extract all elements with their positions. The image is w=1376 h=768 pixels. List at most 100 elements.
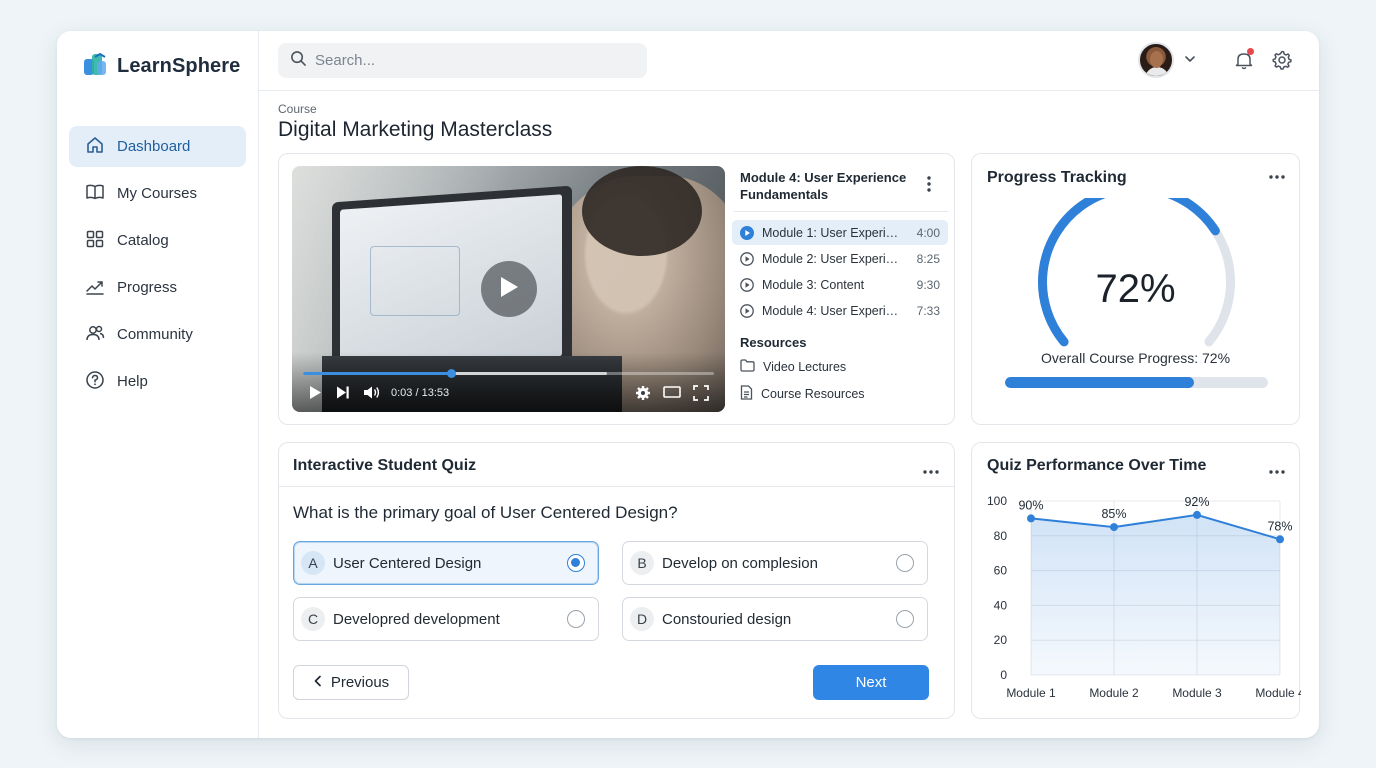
data-point [1276,535,1284,544]
sidebar-item-label: Catalog [117,232,169,249]
sidebar-item-progress[interactable]: Progress [69,267,246,308]
learnsphere-logo-icon [83,51,109,82]
module-list-heading: Module 4: User Experience Fundamentals [740,170,907,202]
more-horizontal-icon[interactable] [923,463,939,474]
quiz-option-d[interactable]: D Constouried design [622,597,928,641]
resources-heading: Resources [740,335,807,350]
skip-next-icon[interactable] [336,385,350,400]
search-icon [290,50,307,72]
more-horizontal-icon[interactable] [1269,463,1285,474]
radio-button[interactable] [567,610,585,628]
option-letter: A [301,551,325,575]
quiz-option-a[interactable]: A User Centered Design [293,541,599,585]
home-icon [85,135,105,159]
search-input[interactable] [315,52,615,69]
y-tick-label: 60 [994,564,1008,578]
x-tick-label: Module 2 [1089,686,1139,700]
settings-icon[interactable] [635,385,651,401]
video-controls-shade [292,352,725,412]
play-icon[interactable] [308,385,322,400]
folder-icon [740,359,755,375]
gear-icon[interactable] [1271,49,1293,76]
more-horizontal-icon[interactable] [1269,168,1285,179]
radio-button[interactable] [896,610,914,628]
help-icon [85,370,105,394]
sidebar: LearnSphere Dashboard My Courses Catalog [57,31,259,738]
sidebar-item-label: My Courses [117,185,198,202]
sidebar-item-catalog[interactable]: Catalog [69,220,246,261]
users-icon [85,323,105,347]
y-tick-label: 20 [994,633,1008,647]
brand[interactable]: LearnSphere [83,51,240,82]
sidebar-nav: Dashboard My Courses Catalog Progress Co… [69,126,246,408]
sidebar-item-label: Progress [117,279,178,296]
video-frame-hair [582,166,702,256]
data-label: 85% [1101,507,1126,521]
option-text: Develop on complesion [662,554,818,572]
next-button[interactable]: Next [813,665,929,700]
previous-button[interactable]: Previous [293,665,409,700]
radio-button-selected[interactable] [567,554,585,572]
module-item-duration: 4:00 [916,225,940,240]
card-title: Interactive Student Quiz [293,457,477,474]
video-scrubber[interactable] [303,369,714,378]
data-point [1193,510,1201,519]
y-tick-label: 100 [987,494,1007,508]
option-text: Developred development [333,610,500,628]
y-tick-label: 80 [994,529,1008,543]
volume-icon[interactable] [363,385,381,400]
video-player[interactable]: 0:03 / 13:53 [292,166,725,412]
module-item-duration: 8:25 [916,251,940,266]
theater-mode-icon[interactable] [663,385,681,399]
video-scrubber-handle[interactable] [446,369,456,378]
y-tick-label: 40 [994,598,1008,612]
radio-button[interactable] [896,554,914,572]
resource-item-label: Course Resources [761,387,865,401]
chevron-down-icon[interactable] [1183,52,1197,71]
module-item[interactable]: Module 3: Content 9:30 [732,272,948,297]
breadcrumb[interactable]: Course [278,102,317,116]
option-letter: B [630,551,654,575]
search-box[interactable] [278,43,647,78]
module-item-label: Module 3: Content [762,277,865,292]
resource-item-course-resources[interactable]: Course Resources [740,385,865,403]
more-vertical-icon[interactable] [927,176,931,197]
video-played-bar [303,372,451,375]
book-icon [85,182,105,206]
play-circle-icon [740,303,754,318]
x-tick-label: Module 1 [1006,686,1056,700]
video-frame-diagram [370,246,460,316]
play-circle-icon [740,251,754,266]
quiz-card: Interactive Student Quiz What is the pri… [278,442,955,719]
resource-item-video-lectures[interactable]: Video Lectures [740,359,846,375]
sidebar-item-dashboard[interactable]: Dashboard [69,126,246,167]
sidebar-item-my-courses[interactable]: My Courses [69,173,246,214]
module-item[interactable]: Module 2: User Experience 8:25 [732,246,948,271]
top-bar [259,31,1319,91]
module-item-label: Module 4: User Experience [762,303,902,318]
option-text: User Centered Design [333,554,482,572]
grid-icon [85,229,105,253]
quiz-option-b[interactable]: B Develop on complesion [622,541,928,585]
quiz-question: What is the primary goal of User Centere… [293,503,678,522]
module-item[interactable]: Module 4: User Experience 7:33 [732,298,948,323]
video-play-overlay-button[interactable] [481,261,537,317]
sidebar-item-community[interactable]: Community [69,314,246,355]
avatar[interactable] [1138,42,1174,78]
module-item-duration: 7:33 [916,303,940,318]
module-item-label: Module 2: User Experience [762,251,902,266]
fullscreen-icon[interactable] [693,385,709,401]
progress-bar [1005,377,1268,388]
sidebar-item-help[interactable]: Help [69,361,246,402]
play-circle-icon [740,277,754,292]
module-item-duration: 9:30 [916,277,940,292]
course-player-card: 0:03 / 13:53 Module 4: User Experience F… [278,153,955,425]
quiz-option-c[interactable]: C Developred development [293,597,599,641]
data-label: 90% [1018,498,1043,512]
avatar-body-shape [1145,67,1169,76]
module-item-label: Module 1: User Experience [762,225,902,240]
divider [734,211,948,212]
card-title: Quiz Performance Over Time [987,457,1207,474]
option-letter: C [301,607,325,631]
module-item[interactable]: Module 1: User Experience 4:00 [732,220,948,245]
